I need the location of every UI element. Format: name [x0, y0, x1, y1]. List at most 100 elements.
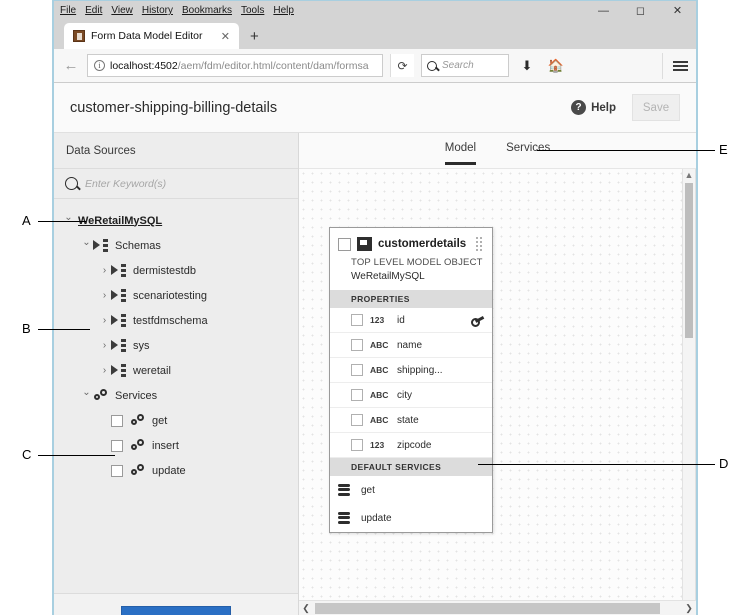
menu-view[interactable]: View [111, 1, 133, 20]
annotation-leader-b [38, 329, 90, 330]
card-checkbox[interactable] [338, 237, 351, 251]
help-icon: ? [571, 100, 587, 115]
schema-icon [93, 239, 108, 252]
property-name: shipping... [397, 364, 443, 376]
drag-handle-icon[interactable] [476, 237, 484, 251]
model-canvas[interactable]: customerdetails TOP LEVEL MODEL OBJECT W… [299, 169, 696, 615]
sidebar-search-field[interactable]: Enter Keyword(s) [54, 169, 298, 199]
property-row[interactable]: ABC city [330, 383, 492, 408]
tree-item-services[interactable]: Services [54, 383, 298, 408]
schema-icon [111, 364, 126, 377]
tree-item-label: insert [152, 439, 179, 452]
menu-file-label: File [60, 5, 77, 16]
property-row[interactable]: 123 id [330, 308, 492, 333]
menu-help[interactable]: Help [273, 1, 294, 20]
page-h-scroll-track[interactable] [313, 602, 682, 614]
property-checkbox[interactable] [351, 414, 363, 426]
page-scroll-right-arrow-icon[interactable]: ❯ [682, 603, 696, 614]
editor-tabs[interactable]: Model Services [299, 133, 696, 169]
main-body: Data Sources Enter Keyword(s) WeRetailMy… [54, 133, 696, 615]
chevron-right-icon[interactable] [98, 315, 111, 326]
default-service-row[interactable]: get [330, 476, 492, 504]
back-arrow-icon[interactable]: ← [62, 57, 80, 74]
tree-item-checkbox[interactable] [111, 414, 123, 427]
property-type-label: ABC [370, 390, 389, 400]
tree-item-update[interactable]: update [54, 458, 298, 483]
tree-item-sys[interactable]: sys [54, 333, 298, 358]
url-bar[interactable]: i localhost:4502/aem/fdm/editor.html/con… [87, 54, 383, 77]
minimize-icon[interactable]: — [585, 1, 622, 20]
tab-close-icon[interactable]: ✕ [221, 30, 230, 43]
schema-icon [111, 264, 126, 277]
tree-item-label: scenariotesting [133, 289, 207, 302]
screenshot-root: File Edit View History Bookmarks Tools H… [0, 0, 750, 615]
property-row[interactable]: ABC shipping... [330, 358, 492, 383]
tree-item-scenariotesting[interactable]: scenariotesting [54, 283, 298, 308]
data-sources-heading: Data Sources [54, 133, 298, 169]
tree-item-schemas[interactable]: Schemas [54, 233, 298, 258]
model-object-card[interactable]: customerdetails TOP LEVEL MODEL OBJECT W… [329, 227, 493, 533]
tree-item-testfdmschema[interactable]: testfdmschema [54, 308, 298, 333]
tab-model[interactable]: Model [444, 142, 477, 165]
downloads-icon[interactable]: ⬇ [516, 58, 538, 74]
scroll-up-arrow-icon[interactable]: ▲ [683, 169, 695, 181]
home-icon[interactable]: 🏠 [545, 58, 567, 74]
chevron-down-icon[interactable] [80, 240, 93, 251]
menu-file[interactable]: File [60, 1, 76, 20]
property-name: zipcode [397, 439, 432, 451]
chevron-down-icon[interactable] [80, 390, 93, 401]
tree-item-get[interactable]: get [54, 408, 298, 433]
browser-tab-title: Form Data Model Editor [91, 30, 203, 42]
new-tab-button[interactable]: + [250, 28, 259, 45]
data-sources-tree[interactable]: WeRetailMySQL Schemas dermistestdb scenario… [54, 199, 298, 593]
search-bar-placeholder: Search [442, 60, 474, 71]
menu-tools[interactable]: Tools [241, 1, 264, 20]
property-row[interactable]: ABC state [330, 408, 492, 433]
tree-item-checkbox[interactable] [111, 439, 123, 452]
add-selected-button[interactable]: Add Selected [120, 605, 232, 615]
fdm-favicon-icon [73, 30, 85, 42]
menu-tools-label: Tools [241, 5, 265, 16]
property-name: name [397, 339, 423, 351]
annotation-label-b: B [22, 321, 31, 336]
vertical-scroll-thumb[interactable] [685, 183, 693, 338]
chevron-right-icon[interactable] [98, 290, 111, 301]
menu-edit[interactable]: Edit [85, 1, 102, 20]
page-horizontal-scrollbar[interactable]: ❮ ❯ [299, 600, 696, 615]
property-checkbox[interactable] [351, 314, 363, 326]
menu-bar[interactable]: File Edit View History Bookmarks Tools H… [54, 1, 294, 20]
property-row[interactable]: ABC name [330, 333, 492, 358]
site-info-icon[interactable]: i [94, 60, 105, 71]
tree-item-weretailmysql[interactable]: WeRetailMySQL [54, 208, 298, 233]
hamburger-icon[interactable] [662, 52, 688, 79]
tree-item-dermistestdb[interactable]: dermistestdb [54, 258, 298, 283]
tree-item-weretail[interactable]: weretail [54, 358, 298, 383]
save-button[interactable]: Save [632, 94, 680, 121]
reload-icon[interactable]: ⟳ [390, 54, 414, 77]
default-services-list[interactable]: get update [330, 476, 492, 532]
chevron-right-icon[interactable] [98, 265, 111, 276]
search-bar[interactable]: Search [421, 54, 509, 77]
property-checkbox[interactable] [351, 339, 363, 351]
page-scroll-left-arrow-icon[interactable]: ❮ [299, 603, 313, 614]
browser-tab[interactable]: Form Data Model Editor ✕ [64, 23, 239, 49]
property-row[interactable]: 123 zipcode [330, 433, 492, 458]
tree-item-checkbox[interactable] [111, 464, 123, 477]
close-icon[interactable]: ✕ [659, 1, 696, 20]
annotation-leader-d [478, 464, 715, 465]
help-button[interactable]: ? Help [571, 100, 616, 115]
property-checkbox[interactable] [351, 389, 363, 401]
browser-window: File Edit View History Bookmarks Tools H… [52, 0, 698, 615]
properties-list[interactable]: 123 id ABC name ABC shipping... ABC city ABC stat… [330, 308, 492, 458]
menu-history[interactable]: History [142, 1, 173, 20]
menu-bookmarks[interactable]: Bookmarks [182, 1, 232, 20]
canvas-vertical-scrollbar[interactable]: ▲ [682, 169, 695, 615]
chevron-right-icon[interactable] [98, 340, 111, 351]
tab-services[interactable]: Services [506, 142, 550, 165]
property-checkbox[interactable] [351, 439, 363, 451]
property-checkbox[interactable] [351, 364, 363, 376]
chevron-right-icon[interactable] [98, 365, 111, 376]
default-service-row[interactable]: update [330, 504, 492, 532]
page-horizontal-scroll-thumb[interactable] [315, 602, 660, 614]
maximize-icon[interactable]: ◻ [622, 1, 659, 20]
